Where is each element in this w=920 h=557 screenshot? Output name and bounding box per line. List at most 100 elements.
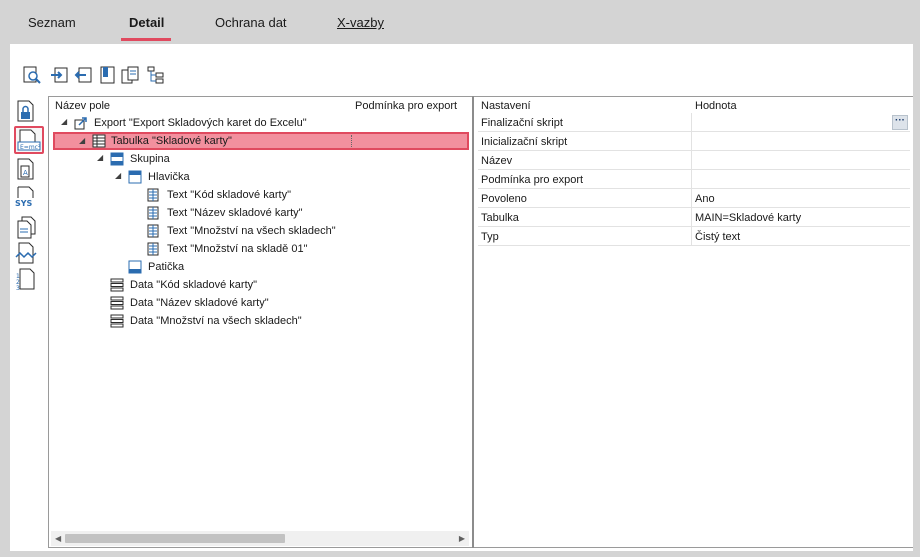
expand-arrow-icon[interactable]: ◢ xyxy=(115,172,123,180)
tree-row-label: Skupina xyxy=(130,153,170,165)
field-tree[interactable]: Název pole Podmínka pro export ◢ Export … xyxy=(48,96,472,548)
cell-separator xyxy=(691,208,692,227)
group-icon xyxy=(110,152,124,166)
cell-separator xyxy=(691,227,692,246)
export-arrow-icon xyxy=(74,116,88,130)
data-icon xyxy=(110,314,124,328)
column-header-export-condition[interactable]: Podmínka pro export xyxy=(355,100,457,112)
header-icon xyxy=(128,170,142,184)
tree-row-label: Data "Kód skladové karty" xyxy=(130,279,258,291)
tab-ochrana-dat[interactable]: Ochrana dat xyxy=(215,15,287,30)
grid-row-typ[interactable]: Typ Čistý text xyxy=(478,227,910,246)
setting-value[interactable]: MAIN=Skladové karty xyxy=(695,212,801,224)
numbered-document-icon[interactable]: 123 xyxy=(14,266,44,294)
setting-name: Podmínka pro export xyxy=(481,174,584,186)
tree-row-label: Hlavička xyxy=(148,171,190,183)
svg-text:SYS: SYS xyxy=(15,199,33,208)
setting-name: Typ xyxy=(481,231,499,243)
tree-row-label: Text "Název skladové karty" xyxy=(167,207,303,219)
scroll-left-icon[interactable]: ◀ xyxy=(55,534,61,543)
ellipsis-button[interactable]: ··· xyxy=(892,115,908,130)
expand-arrow-icon[interactable]: ◢ xyxy=(97,154,105,162)
column-header-setting[interactable]: Nastavení xyxy=(481,100,531,112)
setting-name: Finalizační skript xyxy=(481,117,563,129)
property-grid: Nastavení Hodnota Finalizační skript ···… xyxy=(474,96,913,548)
tab-seznam[interactable]: Seznam xyxy=(28,15,76,30)
sys-icon[interactable]: SYS xyxy=(14,184,44,212)
cell-separator xyxy=(691,113,692,132)
grid-row-finalizacni-skript[interactable]: Finalizační skript ··· xyxy=(478,113,910,132)
data-icon xyxy=(110,278,124,292)
tree-row-data[interactable]: Data "Množství na všech skladech" xyxy=(49,312,469,330)
footer-icon xyxy=(128,260,142,274)
tree-row-hlavicka[interactable]: ◢ Hlavička xyxy=(49,168,469,186)
cell-separator xyxy=(691,189,692,208)
column-header-value[interactable]: Hodnota xyxy=(695,100,737,112)
variable-document-icon[interactable]: A xyxy=(14,156,44,184)
tree-row-label: Text "Množství na všech skladech" xyxy=(167,225,336,237)
cell-divider xyxy=(351,135,352,147)
expand-arrow-icon[interactable]: ◢ xyxy=(79,137,87,145)
tree-row-export[interactable]: ◢ Export "Export Skladových karet do Exc… xyxy=(49,114,469,132)
text-field-icon xyxy=(146,188,160,202)
cell-separator xyxy=(691,132,692,151)
grid-row-nazev[interactable]: Název xyxy=(478,151,910,170)
copy-icon[interactable] xyxy=(120,64,140,86)
tree-row-text[interactable]: Text "Název skladové karty" xyxy=(49,204,469,222)
tree-row-data[interactable]: Data "Kód skladové karty" xyxy=(49,276,469,294)
tree-row-tabulka[interactable]: ◢ Tabulka "Skladové karty" xyxy=(53,132,469,150)
setting-name: Tabulka xyxy=(481,212,519,224)
tab-detail[interactable]: Detail xyxy=(120,15,172,41)
tree-row-label: Data "Množství na všech skladech" xyxy=(130,315,302,327)
table-icon xyxy=(92,134,106,148)
tree-row-data[interactable]: Data "Název skladové karty" xyxy=(49,294,469,312)
cell-separator xyxy=(691,151,692,170)
tab-bar: Seznam Detail Ochrana dat X-vazby xyxy=(0,0,920,44)
tab-x-vazby[interactable]: X-vazby xyxy=(337,15,384,30)
lock-document-icon[interactable] xyxy=(14,98,44,126)
export-icon[interactable] xyxy=(74,64,94,86)
text-field-icon xyxy=(146,224,160,238)
column-header-field-name[interactable]: Název pole xyxy=(55,100,110,112)
grid-row-tabulka[interactable]: Tabulka MAIN=Skladové karty xyxy=(478,208,910,227)
tree-header: Název pole Podmínka pro export xyxy=(49,97,472,115)
tree-row-text[interactable]: Text "Množství na skladě 01" xyxy=(49,240,469,258)
expand-arrow-icon[interactable]: ◢ xyxy=(61,118,69,126)
scrollbar-thumb[interactable] xyxy=(65,534,285,543)
tree-row-paticka[interactable]: Patička xyxy=(49,258,469,276)
detail-panel: E=mc² A SYS 123 Název pole Podmínka pro … xyxy=(10,44,913,551)
tree-row-label: Data "Název skladové karty" xyxy=(130,297,269,309)
bookmark-icon[interactable] xyxy=(98,64,118,86)
svg-text:3: 3 xyxy=(16,285,20,292)
tree-row-text[interactable]: Text "Množství na všech skladech" xyxy=(49,222,469,240)
tree-row-label: Export "Export Skladových karet do Excel… xyxy=(94,117,307,129)
tree-row-skupina[interactable]: ◢ Skupina xyxy=(49,150,469,168)
text-field-icon xyxy=(146,242,160,256)
setting-name: Název xyxy=(481,155,513,167)
text-field-icon xyxy=(146,206,160,220)
tree-row-text[interactable]: Text "Kód skladové karty" xyxy=(49,186,469,204)
grid-row-inicializacni-skript[interactable]: Inicializační skript xyxy=(478,132,910,151)
import-icon[interactable] xyxy=(50,64,70,86)
cell-separator xyxy=(691,170,692,189)
preview-icon[interactable] xyxy=(22,64,42,86)
setting-name: Inicializační skript xyxy=(481,136,568,148)
setting-name: Povoleno xyxy=(481,193,527,205)
setting-value[interactable]: Ano xyxy=(695,193,715,205)
setting-value[interactable]: Čistý text xyxy=(695,231,740,243)
wave-document-icon[interactable] xyxy=(14,240,44,268)
grid-row-podminka-pro-export[interactable]: Podmínka pro export xyxy=(478,170,910,189)
formula-document-icon[interactable]: E=mc² xyxy=(14,126,44,154)
scroll-right-icon[interactable]: ▶ xyxy=(459,534,465,543)
horizontal-scrollbar[interactable]: ◀ ▶ xyxy=(51,531,469,546)
tab-x-vazby-label: X-vazby xyxy=(337,15,384,30)
svg-text:E=mc²: E=mc² xyxy=(20,144,41,151)
tree-structure-icon[interactable] xyxy=(146,64,166,86)
grid-row-povoleno[interactable]: Povoleno Ano xyxy=(478,189,910,208)
svg-text:A: A xyxy=(23,169,28,177)
tree-row-label: Text "Množství na skladě 01" xyxy=(167,243,308,255)
left-icon-bar: E=mc² A SYS 123 xyxy=(10,96,48,551)
duplicate-document-icon[interactable] xyxy=(14,214,44,242)
tree-row-label: Text "Kód skladové karty" xyxy=(167,189,291,201)
tree-row-label: Tabulka "Skladové karty" xyxy=(111,135,232,147)
